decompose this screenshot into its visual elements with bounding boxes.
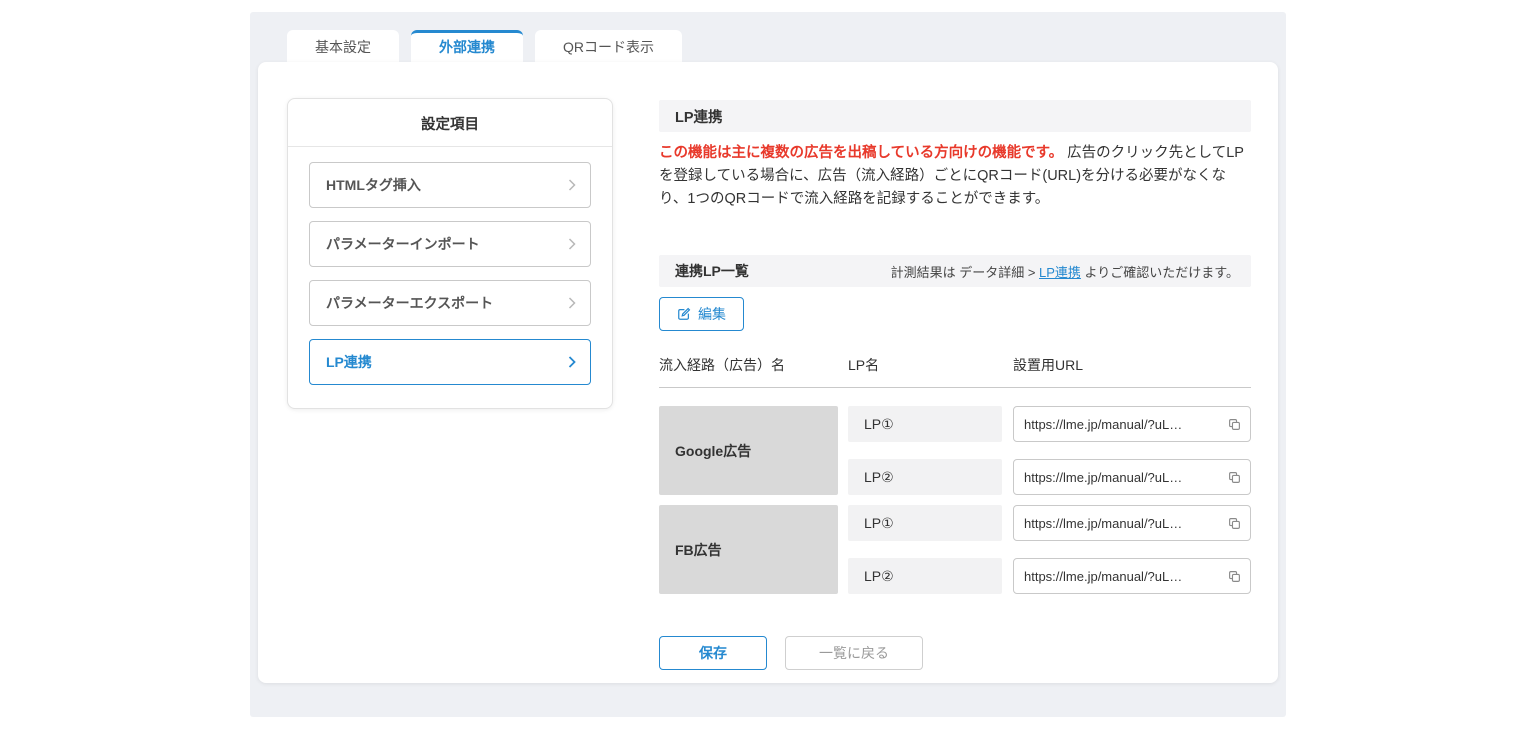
table-group-google: Google広告 LP① https://lme.jp/manual/?uL… [659,406,1251,495]
url-field[interactable]: https://lme.jp/manual/?uL… [1013,406,1251,442]
sidebar-item-label: パラメーターエクスポート [326,293,493,313]
url-text: https://lme.jp/manual/?uL… [1024,417,1182,432]
table-row: LP② https://lme.jp/manual/?uL… [848,459,1251,495]
copy-icon[interactable] [1228,517,1241,530]
page: 基本設定 外部連携 QRコード表示 設定項目 HTMLタグ挿入 パラメーターイン… [0,0,1536,735]
sidebar-item-label: HTMLタグ挿入 [326,175,421,195]
sidebar-item-parameter-export[interactable]: パラメーターエクスポート [309,280,591,326]
table-group-fb: FB広告 LP① https://lme.jp/manual/?uL… [659,505,1251,594]
edit-button[interactable]: 編集 [659,297,744,331]
chevron-right-icon [568,356,576,368]
edit-icon [677,307,691,321]
save-button[interactable]: 保存 [659,636,767,670]
url-text: https://lme.jp/manual/?uL… [1024,470,1182,485]
content-area: LP連携 この機能は主に複数の広告を出稿している方向けの機能です。 広告のクリッ… [659,100,1251,670]
group-rows: LP① https://lme.jp/manual/?uL… LP② [848,406,1251,495]
copy-icon[interactable] [1228,471,1241,484]
table-row: LP① https://lme.jp/manual/?uL… [848,406,1251,442]
list-header: 連携LP一覧 計測結果は データ詳細 > LP連携 よりご確認いただけます。 [659,255,1251,287]
column-header-lp-name: LP名 [848,355,1013,375]
list-header-note: 計測結果は データ詳細 > LP連携 よりご確認いただけます。 [891,262,1239,281]
list-header-title: 連携LP一覧 [675,261,749,281]
settings-sidebar: 設定項目 HTMLタグ挿入 パラメーターインポート [287,98,613,409]
main-card: 設定項目 HTMLタグ挿入 パラメーターインポート [258,62,1278,683]
lp-name-cell: LP① [848,505,1002,541]
back-to-list-button[interactable]: 一覧に戻る [785,636,923,670]
sidebar-item-label: LP連携 [326,352,372,372]
section-title: LP連携 [659,100,1251,132]
tab-external-integration[interactable]: 外部連携 [411,30,523,62]
description: この機能は主に複数の広告を出稿している方向けの機能です。 広告のクリック先として… [659,142,1251,211]
copy-icon[interactable] [1228,418,1241,431]
column-header-ad-name: 流入経路（広告）名 [659,355,848,375]
ad-name-cell: FB広告 [659,505,838,594]
ad-name-cell: Google広告 [659,406,838,495]
group-rows: LP① https://lme.jp/manual/?uL… LP② [848,505,1251,594]
url-field[interactable]: https://lme.jp/manual/?uL… [1013,558,1251,594]
column-header-url: 設置用URL [1013,355,1251,375]
sidebar-item-label: パラメーターインポート [326,234,480,254]
action-buttons: 保存 一覧に戻る [659,636,1251,670]
url-text: https://lme.jp/manual/?uL… [1024,516,1182,531]
copy-icon[interactable] [1228,570,1241,583]
note-prefix: 計測結果は データ詳細 > [891,265,1039,280]
settings-panel: 基本設定 外部連携 QRコード表示 設定項目 HTMLタグ挿入 パラメーターイン… [250,12,1286,717]
sidebar-title: 設定項目 [288,99,612,147]
table-divider [659,387,1251,388]
url-field[interactable]: https://lme.jp/manual/?uL… [1013,459,1251,495]
chevron-right-icon [568,179,576,191]
sidebar-item-parameter-import[interactable]: パラメーターインポート [309,221,591,267]
table-row: LP① https://lme.jp/manual/?uL… [848,505,1251,541]
tab-qr-code-display[interactable]: QRコード表示 [535,30,682,62]
tab-bar: 基本設定 外部連携 QRコード表示 [287,30,682,62]
lp-name-cell: LP② [848,459,1002,495]
chevron-right-icon [568,297,576,309]
sidebar-item-list: HTMLタグ挿入 パラメーターインポート パラメーターエクスポート [288,147,612,385]
lp-integration-link[interactable]: LP連携 [1039,265,1081,280]
tab-basic-settings[interactable]: 基本設定 [287,30,399,62]
edit-button-label: 編集 [698,304,726,324]
sidebar-item-lp-integration[interactable]: LP連携 [309,339,591,385]
table-row: LP② https://lme.jp/manual/?uL… [848,558,1251,594]
sidebar-item-html-tag[interactable]: HTMLタグ挿入 [309,162,591,208]
lp-name-cell: LP① [848,406,1002,442]
lp-name-cell: LP② [848,558,1002,594]
lp-table: Google広告 LP① https://lme.jp/manual/?uL… [659,406,1251,594]
url-field[interactable]: https://lme.jp/manual/?uL… [1013,505,1251,541]
note-suffix: よりご確認いただけます。 [1081,265,1239,280]
table-header: 流入経路（広告）名 LP名 設置用URL [659,355,1251,375]
chevron-right-icon [568,238,576,250]
url-text: https://lme.jp/manual/?uL… [1024,569,1182,584]
description-highlight: この機能は主に複数の広告を出稿している方向けの機能です。 [659,145,1063,161]
